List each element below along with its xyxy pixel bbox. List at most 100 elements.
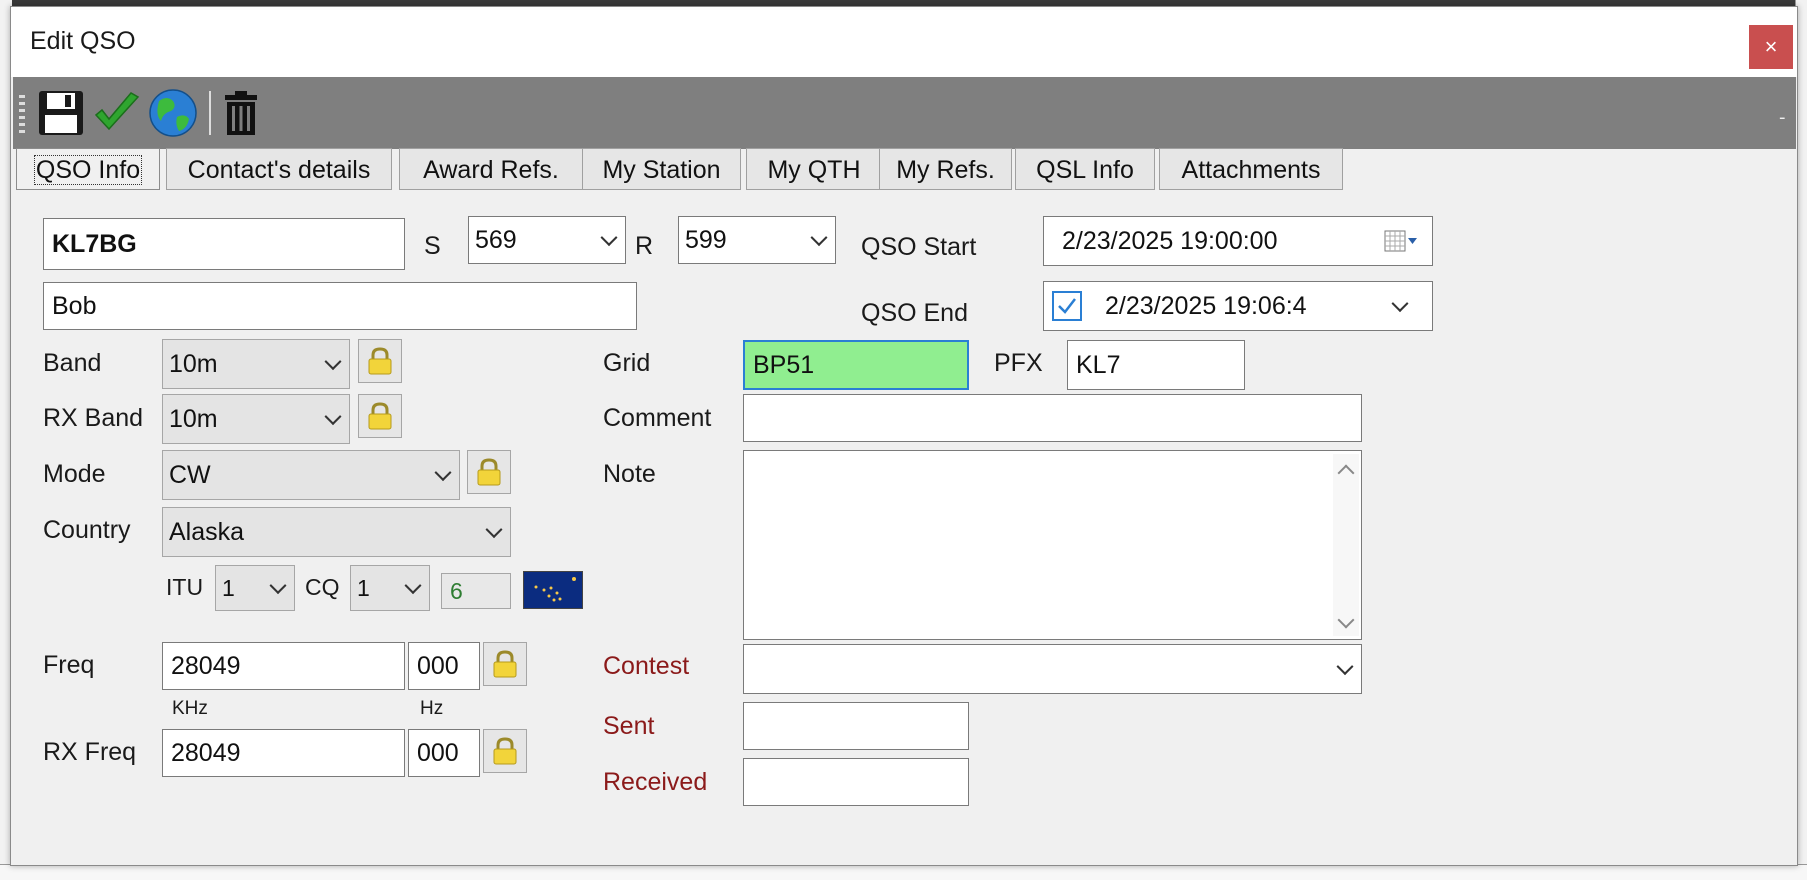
note-label: Note bbox=[603, 460, 656, 488]
scroll-down-icon[interactable] bbox=[1337, 611, 1355, 629]
toolbar-grip[interactable] bbox=[19, 95, 25, 135]
cq-select[interactable]: 1 bbox=[350, 565, 430, 611]
qso-start-value: 2/23/2025 19:00:00 bbox=[1062, 226, 1278, 255]
lock-icon bbox=[493, 650, 517, 678]
band-lock-button[interactable] bbox=[358, 339, 402, 383]
tab-my-station[interactable]: My Station bbox=[582, 148, 741, 190]
band-value: 10m bbox=[169, 349, 218, 378]
rst-received-value: 599 bbox=[685, 225, 727, 254]
lock-icon bbox=[368, 402, 392, 430]
tab-award-refs[interactable]: Award Refs. bbox=[399, 148, 583, 190]
background-app-bottom bbox=[0, 864, 1807, 880]
itu-label: ITU bbox=[166, 574, 204, 600]
pfx-label: PFX bbox=[994, 349, 1043, 377]
window-title: Edit QSO bbox=[30, 27, 136, 55]
chevron-down-icon bbox=[600, 229, 618, 247]
qso-end-picker[interactable]: 2/23/2025 19:06:4 bbox=[1043, 281, 1433, 331]
edit-qso-dialog: Edit QSO × - QSO Info Contact's details … bbox=[10, 6, 1798, 866]
mode-value: CW bbox=[169, 460, 211, 489]
chevron-down-icon bbox=[324, 408, 342, 426]
close-button[interactable]: × bbox=[1749, 25, 1793, 69]
contest-label: Contest bbox=[603, 652, 690, 680]
band-label: Band bbox=[43, 349, 102, 377]
rst-received-select[interactable]: 599 bbox=[678, 216, 836, 264]
tab-attachments[interactable]: Attachments bbox=[1159, 148, 1343, 190]
tab-my-qth[interactable]: My QTH bbox=[746, 148, 882, 190]
toolbar-collapse[interactable]: - bbox=[1779, 107, 1786, 128]
itu-select[interactable]: 1 bbox=[215, 565, 295, 611]
lock-icon bbox=[477, 458, 501, 486]
qso-end-checkbox[interactable] bbox=[1052, 291, 1082, 321]
qso-start-picker[interactable]: 2/23/2025 19:00:00 bbox=[1043, 216, 1433, 266]
pfx-input[interactable]: KL7 bbox=[1067, 340, 1245, 390]
rx-freq-hz-input[interactable]: 000 bbox=[408, 729, 480, 777]
note-textarea[interactable] bbox=[743, 450, 1362, 640]
calendar-icon[interactable] bbox=[1384, 229, 1418, 260]
contest-select[interactable] bbox=[743, 644, 1362, 694]
toolbar-separator bbox=[209, 91, 211, 135]
received-label: Received bbox=[603, 768, 708, 796]
chevron-down-icon bbox=[1336, 658, 1354, 676]
freq-hz-input[interactable]: 000 bbox=[408, 642, 480, 690]
scroll-up-icon[interactable] bbox=[1337, 464, 1355, 482]
rx-freq-input[interactable]: 28049 bbox=[162, 729, 405, 777]
mode-select[interactable]: CW bbox=[162, 450, 460, 500]
rst-received-label: R bbox=[635, 232, 654, 260]
chevron-down-icon bbox=[810, 229, 828, 247]
tab-qsl-info[interactable]: QSL Info bbox=[1015, 148, 1155, 190]
cq-value: 1 bbox=[357, 574, 370, 601]
rx-freq-label: RX Freq bbox=[43, 738, 137, 766]
chevron-down-icon bbox=[404, 577, 422, 595]
freq-lock-button[interactable] bbox=[483, 642, 527, 686]
tab-contacts-details[interactable]: Contact's details bbox=[166, 148, 392, 190]
band-select[interactable]: 10m bbox=[162, 339, 350, 389]
lock-icon bbox=[493, 737, 517, 765]
zone-value: 6 bbox=[441, 573, 511, 609]
qso-end-value: 2/23/2025 19:06:4 bbox=[1105, 291, 1307, 320]
country-value: Alaska bbox=[169, 517, 245, 546]
tab-qso-info[interactable]: QSO Info bbox=[16, 148, 160, 190]
grid-input[interactable]: BP51 bbox=[743, 340, 969, 390]
sent-label: Sent bbox=[603, 712, 655, 740]
chevron-down-icon bbox=[324, 353, 342, 371]
alaska-flag-icon bbox=[523, 571, 583, 609]
title-bar: Edit QSO × bbox=[11, 7, 1797, 77]
rst-sent-select[interactable]: 569 bbox=[468, 216, 626, 264]
save-icon[interactable] bbox=[35, 87, 87, 139]
received-input[interactable] bbox=[743, 758, 969, 806]
rx-band-label: RX Band bbox=[43, 404, 144, 432]
rx-band-value: 10m bbox=[169, 404, 218, 433]
rst-sent-value: 569 bbox=[475, 225, 517, 254]
toolbar: - bbox=[13, 77, 1796, 149]
itu-value: 1 bbox=[222, 574, 235, 601]
country-label: Country bbox=[43, 516, 131, 544]
check-icon[interactable] bbox=[91, 87, 143, 139]
chevron-down-icon bbox=[269, 577, 287, 595]
comment-label: Comment bbox=[603, 404, 712, 432]
qso-end-label: QSO End bbox=[861, 299, 968, 327]
rx-freq-lock-button[interactable] bbox=[483, 729, 527, 773]
rx-band-select[interactable]: 10m bbox=[162, 394, 350, 444]
callsign-input[interactable]: KL7BG bbox=[43, 218, 405, 270]
chevron-down-icon bbox=[1391, 295, 1409, 313]
mode-lock-button[interactable] bbox=[467, 450, 511, 494]
name-input[interactable]: Bob bbox=[43, 282, 637, 330]
freq-label: Freq bbox=[43, 651, 95, 679]
rx-band-lock-button[interactable] bbox=[358, 394, 402, 438]
globe-icon[interactable] bbox=[147, 87, 199, 139]
freq-input[interactable]: 28049 bbox=[162, 642, 405, 690]
trash-icon[interactable] bbox=[215, 87, 267, 139]
rst-sent-label: S bbox=[424, 232, 441, 260]
khz-label: KHz bbox=[172, 698, 208, 719]
sent-input[interactable] bbox=[743, 702, 969, 750]
qso-start-label: QSO Start bbox=[861, 233, 977, 261]
hz-label: Hz bbox=[420, 698, 444, 719]
lock-icon bbox=[368, 347, 392, 375]
grid-label: Grid bbox=[603, 349, 651, 377]
note-scrollbar[interactable] bbox=[1333, 454, 1359, 636]
comment-input[interactable] bbox=[743, 394, 1362, 442]
chevron-down-icon bbox=[434, 464, 452, 482]
country-select[interactable]: Alaska bbox=[162, 507, 511, 557]
cq-label: CQ bbox=[305, 574, 340, 600]
tab-my-refs[interactable]: My Refs. bbox=[879, 148, 1012, 190]
